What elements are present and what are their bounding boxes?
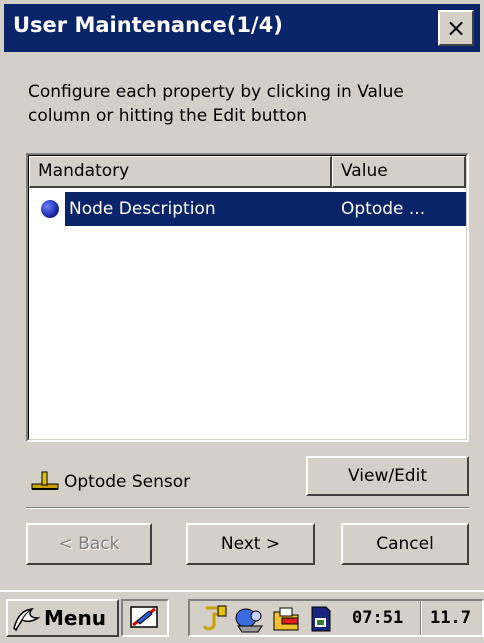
- system-tray: 07:51 11.7: [188, 599, 484, 637]
- input-panel-button[interactable]: [121, 599, 169, 637]
- cancel-button[interactable]: Cancel: [341, 523, 469, 565]
- property-list[interactable]: Mandatory Value Node Description Optode …: [26, 153, 469, 442]
- tray-value[interactable]: 11.7: [430, 608, 471, 628]
- sensor-device-icon: [31, 471, 59, 490]
- cable-icon[interactable]: [200, 604, 230, 634]
- row-property-name: Node Description: [69, 199, 216, 219]
- divider: [26, 507, 469, 509]
- taskbar: Menu 07:51 11.7: [0, 590, 484, 643]
- sd-card-icon[interactable]: [306, 604, 334, 634]
- list-frame: Mandatory Value Node Description Optode …: [28, 155, 467, 440]
- title-bar: User Maintenance(1/4) ×: [4, 4, 480, 52]
- window-title: User Maintenance(1/4): [13, 13, 283, 37]
- back-button[interactable]: < Back: [26, 523, 152, 565]
- row-selection: Node Description Optode ...: [65, 192, 466, 226]
- next-button[interactable]: Next >: [186, 523, 315, 565]
- menu-label: Menu: [44, 606, 106, 630]
- tray-divider: [420, 601, 422, 635]
- column-header-value[interactable]: Value: [332, 156, 466, 188]
- list-row[interactable]: Node Description Optode ...: [29, 192, 466, 226]
- network-icon[interactable]: [234, 604, 266, 634]
- device-label: Optode Sensor: [64, 472, 191, 492]
- start-flag-icon: [13, 608, 41, 632]
- row-property-value[interactable]: Optode ...: [341, 192, 466, 226]
- no-pen-icon: [130, 606, 158, 628]
- folder-icon[interactable]: [270, 604, 302, 634]
- column-header-mandatory[interactable]: Mandatory: [29, 156, 332, 188]
- user-maintenance-window: User Maintenance(1/4) × Configure each p…: [0, 0, 484, 590]
- instructions-text: Configure each property by clicking in V…: [28, 82, 404, 126]
- close-icon: ×: [445, 14, 467, 42]
- start-menu-button[interactable]: Menu: [6, 599, 119, 637]
- blue-bullet-icon: [41, 200, 59, 218]
- clock[interactable]: 07:51: [352, 608, 403, 628]
- close-button[interactable]: ×: [438, 10, 474, 46]
- view-edit-button[interactable]: View/Edit: [306, 456, 469, 496]
